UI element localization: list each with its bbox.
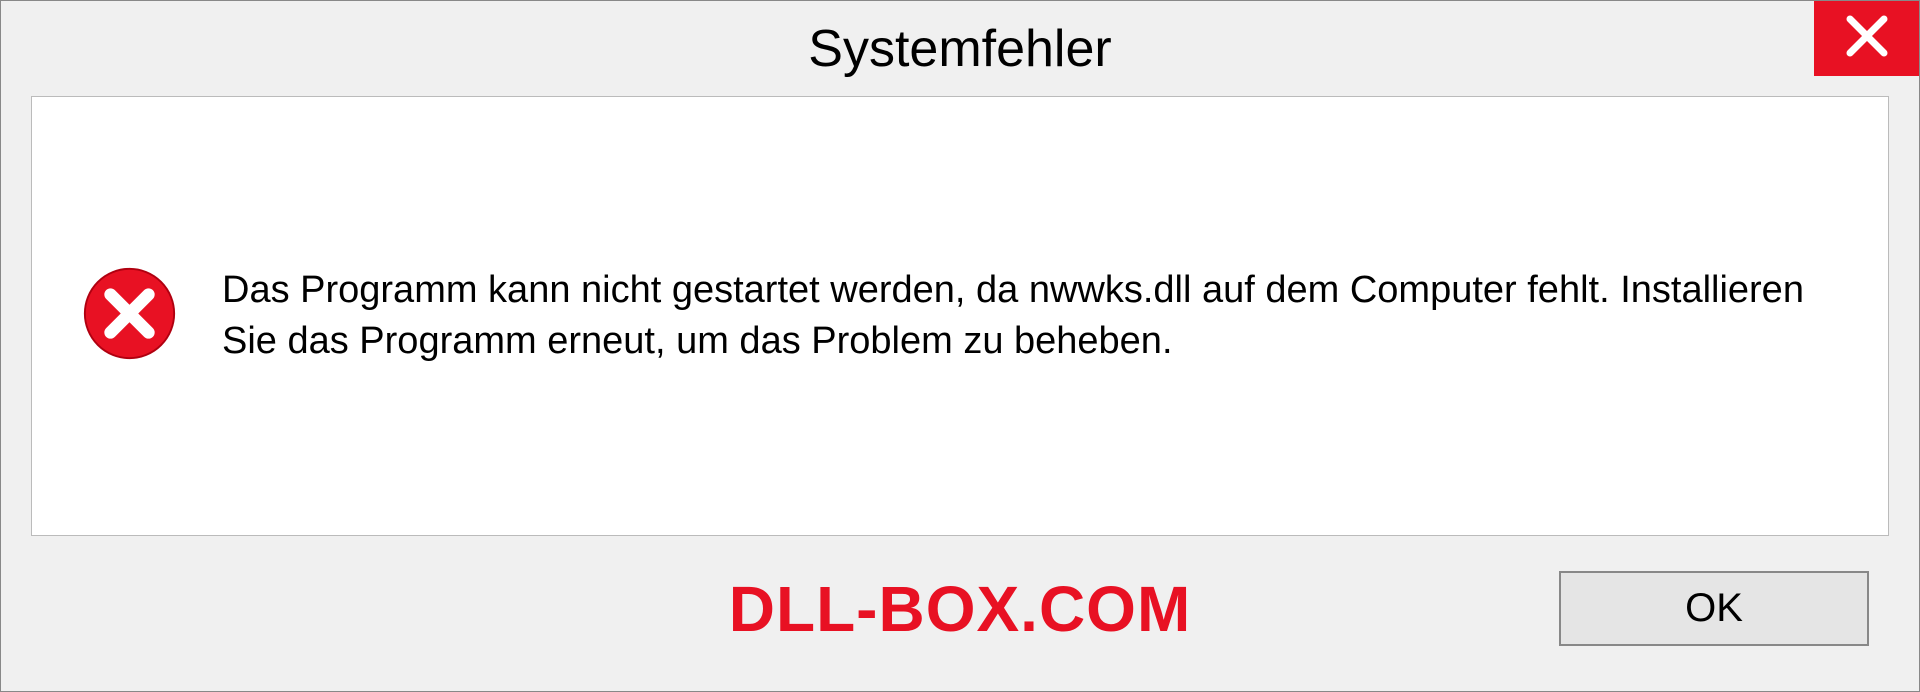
content-panel: Das Programm kann nicht gestartet werden… [31,96,1889,536]
dialog-title: Systemfehler [808,19,1111,79]
system-error-dialog: Systemfehler Das Programm kann nicht ges… [0,0,1920,692]
close-button[interactable] [1814,1,1919,76]
error-message: Das Programm kann nicht gestartet werden… [222,265,1838,368]
dialog-footer: DLL-BOX.COM OK [1,556,1919,691]
ok-button[interactable]: OK [1559,571,1869,646]
error-icon [82,266,177,366]
titlebar: Systemfehler [1,1,1919,96]
watermark-text: DLL-BOX.COM [729,572,1192,646]
close-icon [1844,13,1890,64]
